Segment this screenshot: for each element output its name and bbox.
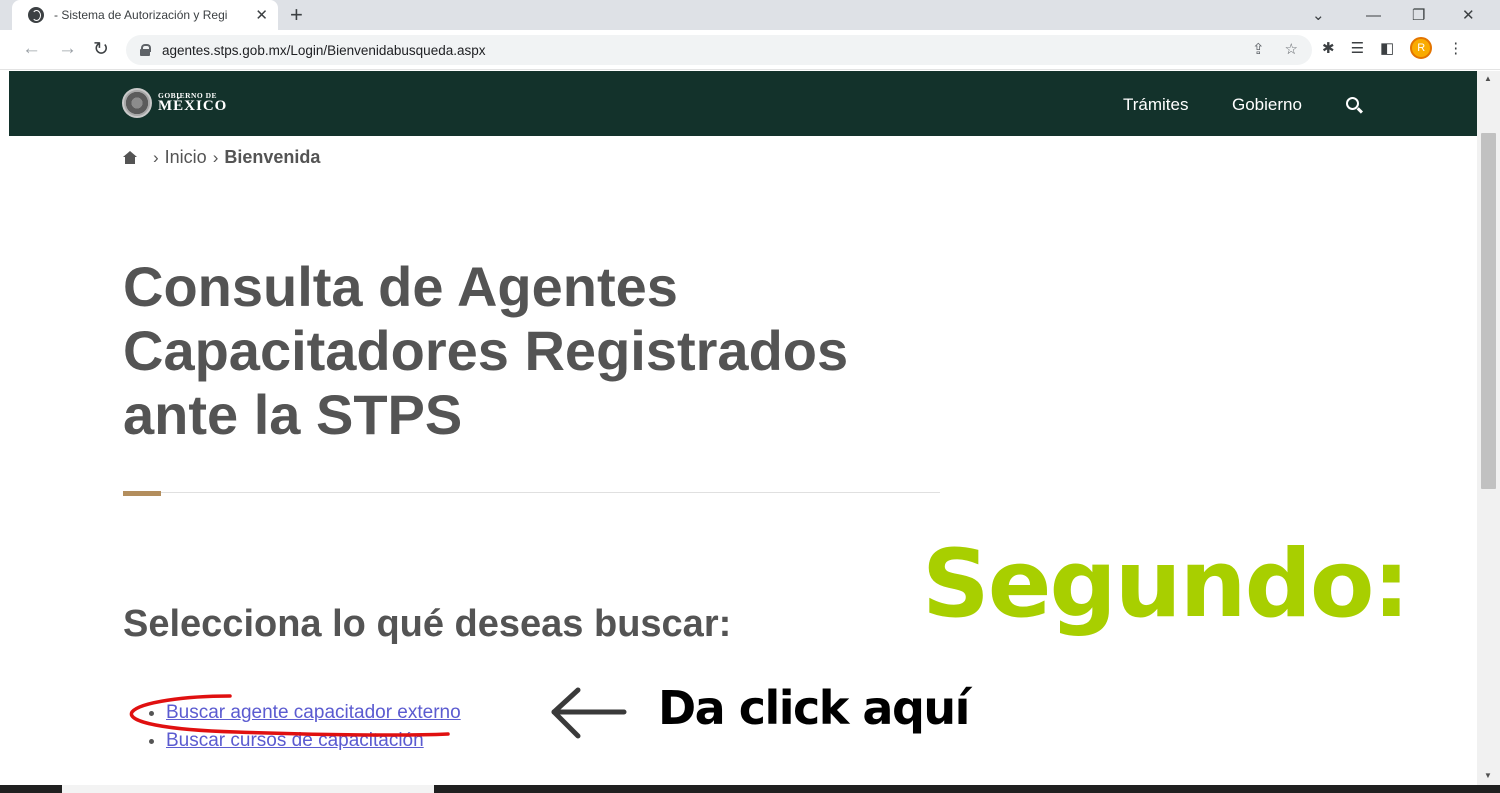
- nav-gobierno[interactable]: Gobierno: [1232, 95, 1302, 115]
- page-title: Consulta de Agentes Capacitadores Regist…: [123, 255, 849, 446]
- tab-search-icon[interactable]: ⌄: [1312, 0, 1325, 30]
- globe-icon: [28, 7, 44, 23]
- scroll-up-icon[interactable]: ▲: [1484, 74, 1492, 83]
- logo-big-text: MÉXICO: [158, 98, 228, 115]
- lock-icon[interactable]: [140, 44, 151, 56]
- forward-icon[interactable]: →: [58, 38, 77, 60]
- browser-tab[interactable]: - Sistema de Autorización y Regi ✕: [12, 0, 278, 30]
- bookmark-star-icon[interactable]: ☆: [1285, 40, 1298, 58]
- minimize-icon[interactable]: —: [1366, 0, 1381, 30]
- reload-icon[interactable]: ↻: [93, 38, 109, 61]
- taskbar-search-field[interactable]: [62, 785, 434, 793]
- chevron-right-icon: ›: [212, 147, 219, 167]
- menu-kebab-icon[interactable]: ⋮: [1448, 39, 1463, 57]
- side-panel-icon[interactable]: ◧: [1380, 39, 1394, 57]
- site-header: GOBIERNO DE MÉXICO Trámites Gobierno: [9, 71, 1477, 136]
- national-seal-icon: [122, 88, 152, 118]
- share-icon[interactable]: ⇪: [1252, 40, 1265, 58]
- divider-accent: [123, 491, 161, 496]
- scroll-down-icon[interactable]: ▼: [1484, 771, 1492, 780]
- browser-toolbar: ← → ↻ agentes.stps.gob.mx/Login/Bienveni…: [0, 30, 1500, 70]
- gobierno-logo[interactable]: GOBIERNO DE MÉXICO: [122, 88, 227, 118]
- breadcrumb-bienvenida: Bienvenida: [224, 147, 321, 167]
- os-taskbar: [0, 785, 1500, 793]
- new-tab-icon[interactable]: +: [290, 2, 303, 28]
- section-subtitle: Selecciona lo qué deseas buscar:: [123, 603, 732, 645]
- restore-icon[interactable]: ❐: [1412, 0, 1425, 30]
- page-scrollbar[interactable]: ▲ ▼: [1477, 71, 1500, 785]
- breadcrumb-inicio[interactable]: Inicio: [165, 147, 207, 168]
- browser-tabstrip: - Sistema de Autorización y Regi ✕ + ⌄ —…: [0, 0, 1500, 30]
- scroll-thumb[interactable]: [1481, 133, 1496, 489]
- address-bar[interactable]: agentes.stps.gob.mx/Login/Bienvenidabusq…: [126, 35, 1312, 65]
- breadcrumb: › Inicio › Bienvenida: [123, 147, 320, 168]
- extensions-icon[interactable]: ✱: [1322, 39, 1335, 57]
- chevron-right-icon: ›: [153, 147, 159, 167]
- tab-title: - Sistema de Autorización y Regi: [54, 8, 228, 22]
- home-icon[interactable]: [123, 151, 137, 164]
- url-text[interactable]: agentes.stps.gob.mx/Login/Bienvenidabusq…: [162, 43, 485, 58]
- overlay-instruction: Da click aquí: [658, 681, 970, 735]
- profile-avatar[interactable]: R: [1410, 37, 1433, 59]
- nav-tramites[interactable]: Trámites: [1123, 95, 1189, 115]
- red-circle-annotation: [129, 694, 450, 737]
- search-icon[interactable]: [1346, 97, 1359, 110]
- left-arrow-icon: [551, 687, 627, 739]
- back-icon[interactable]: ←: [22, 38, 41, 60]
- close-window-icon[interactable]: ✕: [1462, 0, 1475, 30]
- overlay-step-label: Segundo:: [922, 530, 1410, 639]
- page-viewport: GOBIERNO DE MÉXICO Trámites Gobierno › I…: [9, 71, 1477, 785]
- close-tab-icon[interactable]: ✕: [255, 6, 268, 24]
- reading-list-icon[interactable]: ☰: [1351, 39, 1364, 57]
- divider-line: [123, 492, 940, 493]
